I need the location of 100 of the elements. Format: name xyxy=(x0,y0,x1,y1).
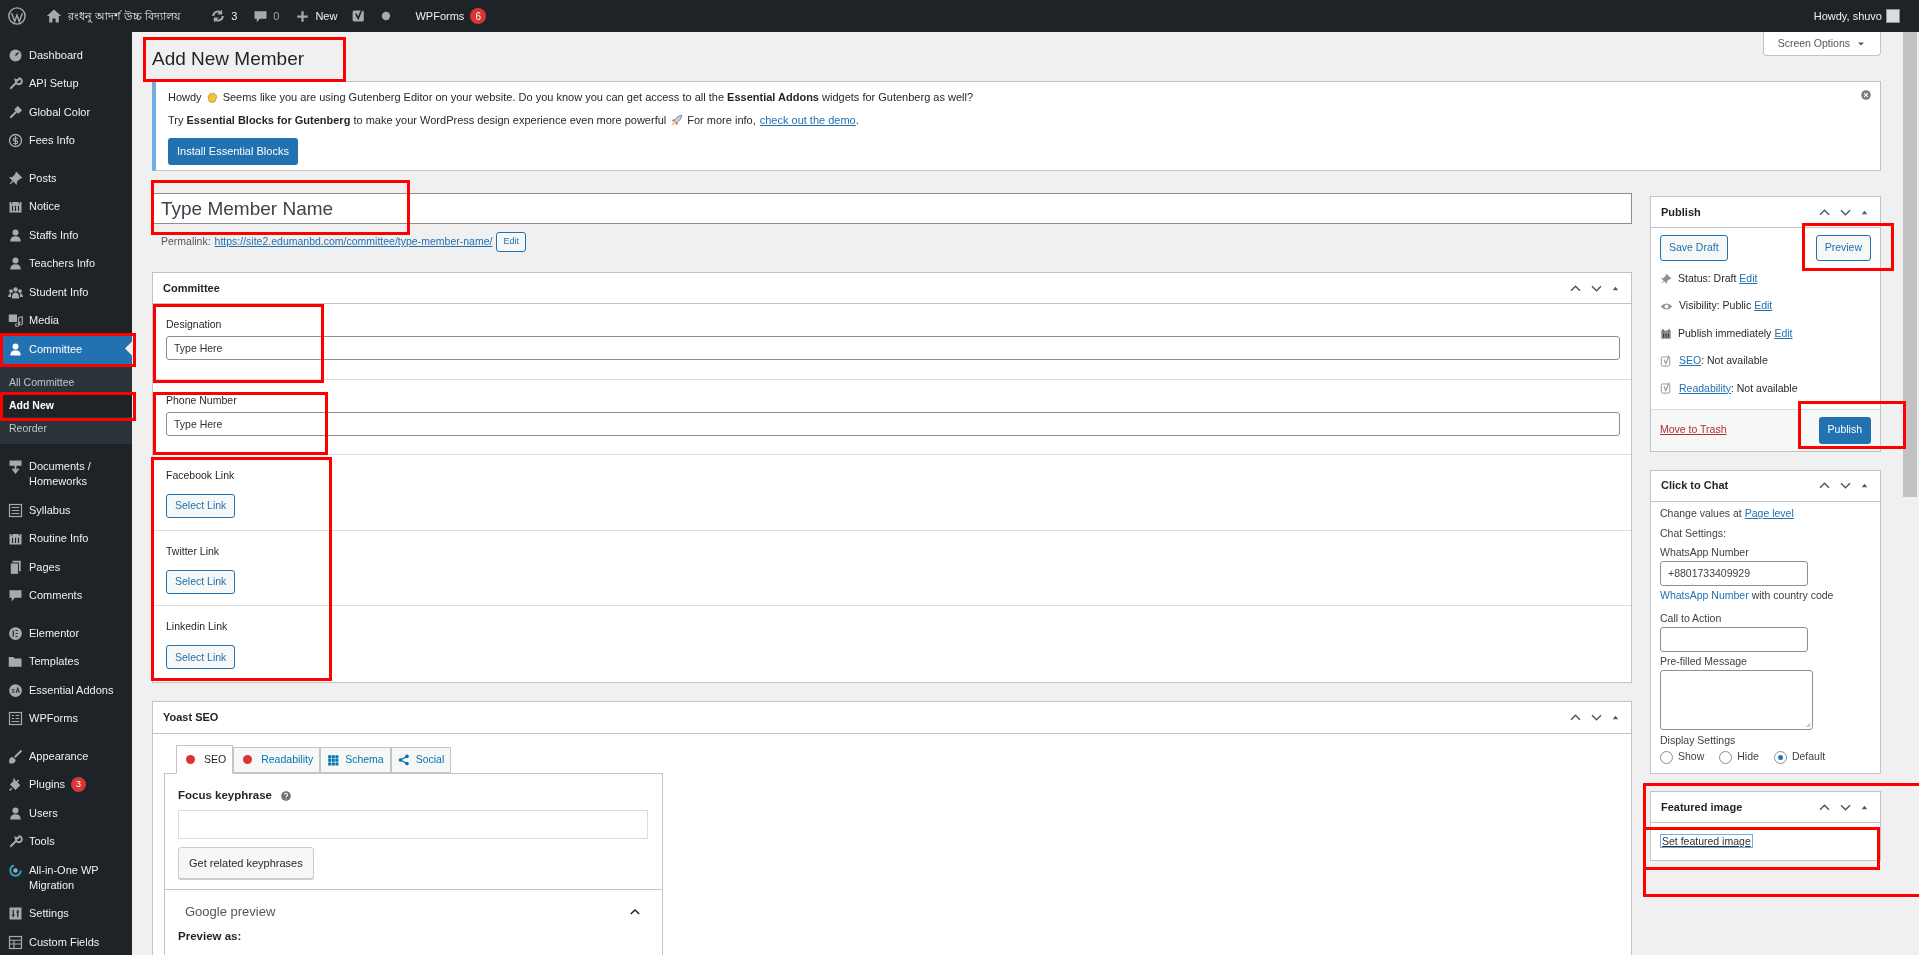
page-title: Add New Member xyxy=(152,47,305,71)
wpforms-link[interactable]: WPForms xyxy=(415,7,465,25)
sidebar-item[interactable]: Dashboard xyxy=(0,41,132,70)
panel-title: Click to Chat xyxy=(1661,478,1729,494)
submenu-item[interactable]: Reorder xyxy=(0,416,132,440)
tab[interactable]: Schema xyxy=(320,746,391,773)
sidebar-item[interactable]: API Setup xyxy=(0,69,132,98)
select-link-button[interactable]: Select Link xyxy=(166,645,236,670)
folder-icon xyxy=(8,654,23,670)
sidebar-item[interactable]: Essential Addons xyxy=(0,676,132,705)
sidebar-item[interactable]: Student Info xyxy=(0,278,132,307)
info-link[interactable]: Edit xyxy=(1754,298,1773,315)
panel-title: Featured image xyxy=(1661,799,1743,815)
sidebar-item[interactable]: Routine Info xyxy=(0,524,132,553)
install-button[interactable]: Install Essential Blocks xyxy=(168,138,298,165)
radio-button[interactable] xyxy=(1773,750,1787,764)
tab[interactable]: Readability xyxy=(233,746,321,773)
sidebar-item[interactable]: Teachers Info xyxy=(0,249,132,278)
sidebar-item[interactable]: Fees Info xyxy=(0,126,132,155)
help-icon[interactable] xyxy=(279,789,292,802)
sidebar-item[interactable]: Elementor xyxy=(0,619,132,648)
sidebar-item[interactable]: Templates xyxy=(0,647,132,676)
screen-options-button[interactable]: Screen Options xyxy=(1762,32,1881,56)
sidebar-item[interactable]: Syllabus xyxy=(0,496,132,525)
site-name-link[interactable]: রংধনু আদর্শ উচ্চ বিদ্যালয় xyxy=(68,7,181,25)
call-to-action-field[interactable] xyxy=(1660,627,1808,653)
info-link[interactable]: Edit xyxy=(1774,325,1793,342)
sidebar-item[interactable]: Documents / Homeworks xyxy=(0,452,132,496)
tab[interactable]: SEO xyxy=(176,744,234,774)
text-field[interactable]: Type Here xyxy=(166,336,1620,360)
preview-button[interactable]: Preview xyxy=(1815,235,1871,261)
sidebar-item[interactable]: Appearance xyxy=(0,742,132,771)
scrollbar-thumb[interactable] xyxy=(1903,32,1917,497)
message-field[interactable] xyxy=(1660,670,1813,731)
info-link[interactable]: Readability xyxy=(1679,380,1731,397)
publish-info: Status: Draft xyxy=(1678,270,1737,286)
whatsapp-number-field[interactable]: +8801733409929 xyxy=(1660,560,1808,586)
sidebar-item[interactable]: Comments xyxy=(0,581,132,610)
info-link[interactable]: Edit xyxy=(1739,270,1758,287)
new-link[interactable]: New xyxy=(315,7,338,25)
sidebar-item[interactable]: All-in-One WP Migration xyxy=(0,856,132,900)
page-level-link[interactable]: Page level xyxy=(1744,506,1794,522)
edit-button[interactable]: Edit xyxy=(496,232,526,252)
brush-icon xyxy=(8,748,23,764)
sidebar-item[interactable]: Posts xyxy=(0,164,132,193)
sidebar-item[interactable]: Tools xyxy=(0,827,132,856)
radio-button[interactable] xyxy=(1660,750,1673,764)
title-field[interactable]: Type Member Name xyxy=(152,193,1632,224)
person-icon xyxy=(8,341,23,357)
field-label: Designation xyxy=(166,318,223,331)
calendar-icon xyxy=(8,531,23,547)
clapping-hands-icon xyxy=(205,90,219,104)
radio-button[interactable] xyxy=(1719,750,1733,764)
sidebar-item[interactable]: Global Color xyxy=(0,98,132,127)
trash-link[interactable]: Move to Trash xyxy=(1660,422,1727,438)
update-count[interactable]: 3 xyxy=(231,7,238,25)
sidebar-item[interactable]: Users xyxy=(0,799,132,828)
radio-label: Default xyxy=(1791,749,1826,765)
sidebar-item[interactable]: WPForms xyxy=(0,704,132,733)
sidebar-item[interactable]: Committee xyxy=(0,335,132,364)
sidebar-item[interactable]: Notice xyxy=(0,192,132,221)
demo-link[interactable]: check out the demo xyxy=(759,111,856,129)
sidebar-item[interactable]: Settings xyxy=(0,899,132,928)
comment-count[interactable]: 0 xyxy=(273,7,280,25)
set-featured-image-link[interactable]: Set featured image xyxy=(1660,834,1753,848)
panel-title: Publish xyxy=(1661,204,1701,220)
user-greeting[interactable]: Howdy, shuvo xyxy=(1813,7,1882,25)
hint-text: with country code xyxy=(1751,587,1834,603)
select-link-button[interactable]: Select Link xyxy=(166,569,236,594)
publish-button[interactable]: Publish xyxy=(1818,416,1871,444)
sidebar-item[interactable]: Plugins 3 xyxy=(0,770,132,799)
notice-text: Try Essential Blocks for Gutenberg to make your WordPress design experience even more powerful xyxy=(168,112,667,128)
save-draft-button[interactable]: Save Draft xyxy=(1660,235,1728,261)
notice-text: . xyxy=(855,112,859,128)
keyphrase-field[interactable] xyxy=(178,810,648,840)
grid-icon xyxy=(8,934,23,950)
tab[interactable]: Social xyxy=(390,746,452,773)
panel-title: Committee xyxy=(163,280,220,296)
form-icon xyxy=(8,711,23,727)
section-title: Google preview xyxy=(185,903,276,922)
whatsapp-hint-link[interactable]: WhatsApp Number xyxy=(1660,587,1749,604)
menu-pointer-icon xyxy=(125,341,132,356)
text-field[interactable]: Type Here xyxy=(166,411,1620,436)
close-icon[interactable] xyxy=(1860,89,1872,101)
settings-text: Change values at xyxy=(1660,506,1742,522)
submenu-item[interactable]: All Committee xyxy=(0,370,132,394)
sidebar-item[interactable]: Pages xyxy=(0,553,132,582)
share-icon xyxy=(397,753,410,766)
related-keyphrases-button[interactable]: Get related keyphrases xyxy=(178,847,314,880)
person-icon xyxy=(8,256,23,272)
sidebar-item[interactable]: Custom Fields xyxy=(0,928,132,955)
plus-icon xyxy=(295,8,311,24)
wrench-icon xyxy=(8,834,23,850)
people-icon xyxy=(8,284,23,300)
permalink-url[interactable]: https://site2.edumanbd.com/committee/type-member-name/ xyxy=(214,234,493,250)
field-label: WhatsApp Number xyxy=(1660,545,1750,559)
sidebar-item[interactable]: Staffs Info xyxy=(0,221,132,250)
sidebar-item[interactable]: Media xyxy=(0,306,132,335)
select-link-button[interactable]: Select Link xyxy=(166,494,236,519)
download-icon xyxy=(8,459,23,475)
